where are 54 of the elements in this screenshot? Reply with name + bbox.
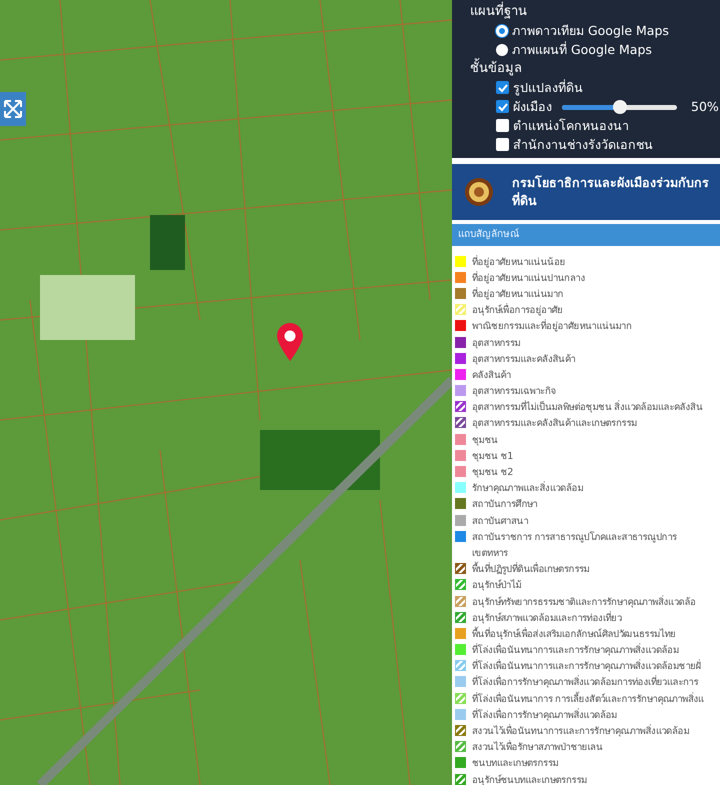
legend-label: ที่โล่งเพื่อนันทนาการและการรักษาคุณภาพสิ่งแวดล้อม [472,642,679,658]
legend-label: พาณิชยกรรมและที่อยู่อาศัยหนาแน่นมาก [472,318,632,334]
legend-label: อนุรักษ์ทรัพยากรธรรมชาติและการรักษาคุณภาพสิ่งแวดล้อ [472,594,696,609]
legend-label: เขตทหาร [472,546,508,560]
checkbox[interactable] [496,100,509,113]
legend-label: พื้นที่อนุรักษ์เพื่อส่งเสริมเอกลักษณ์ศิลปวัฒนธรรมไทย [472,626,676,641]
layer-label: สำนักงานช่างรังวัดเอกชน [513,136,653,154]
opacity-value: 50% [691,99,719,114]
expand-icon[interactable] [0,92,26,126]
legend-label: รักษาคุณภาพและสิ่งแวดล้อม [472,480,584,496]
legend-label: ชนบทและเกษตรกรรม [472,757,558,770]
legend-label: สงวนไว้เพื่อรักษาสภาพป่าชายเลน [472,739,603,754]
legend-label: ที่โล่งเพื่อนันทนาการและการรักษาคุณภาพสิ่งแวดล้อมชายฝั่ [472,658,702,674]
legend-label: ที่โล่งเพื่อนันทนาการ การเลี้ยงสัตว์และการรักษาคุณภาพสิ่งแ [472,690,704,706]
radio-button[interactable] [496,24,508,36]
legend-label: ที่อยู่อาศัยหนาแน่นปานกลาง [472,270,586,285]
layer-label: รูปแปลงที่ดิน [513,78,583,98]
legend-label: พื้นที่ปฏิรูปที่ดินเพื่อเกษตรกรรม [472,561,590,576]
legend-label: สถาบันการศึกษา [472,498,538,512]
legend-label: ชุมชน ช2 [472,466,514,480]
radio-label: ภาพดาวเทียม Google Maps [512,22,669,40]
section-title: แผนที่ฐาน [470,2,720,21]
legend-label: ชุมชน [472,434,498,447]
legend-label: อุตสาหกรรม [472,336,520,350]
checkbox[interactable] [496,81,509,94]
legend-label: ที่อยู่อาศัยหนาแน่นน้อย [472,254,566,269]
checkbox[interactable] [496,119,509,132]
location-pin-icon [275,322,305,362]
legend-label: อุตสาหกรรมที่ไม่เป็นมลพิษต่อชุมชน สิ่งแวดล้อมและคลังสิน [472,399,702,414]
emblem-icon [464,177,494,207]
legend-label: อุตสาหกรรมและคลังสินค้าและเกษตรกรรม [472,417,637,430]
legend-label: ที่โล่งเพื่อการรักษาคุณภาพสิ่งแวดล้อม [472,707,617,722]
legend-label: อุตสาหกรรมเฉพาะกิจ [472,385,556,398]
legend-title: แถบสัญลักษณ์ [452,224,720,246]
legend-label: สงวนไว้เพื่อนันทนาการและการรักษาคุณภาพสิ่งแวดล้อม [472,723,690,738]
radio-label: ภาพแผนที่ Google Maps [512,40,652,58]
legend-label: ที่อยู่อาศัยหนาแน่นมาก [472,286,564,301]
legend-label: อนุรักษ์เพื่อการอยู่อาศัย [472,302,563,318]
legend-label: อนุรักษ์ชนบทและเกษตรกรรม [472,774,587,785]
checkbox[interactable] [496,138,509,151]
legend-label: อนุรักษ์สภาพแวดล้อมและการท่องเที่ยว [472,610,622,625]
section-title: ชั้นข้อมูล [470,59,720,78]
layer-label: ตำแหน่งโคกหนองนา [513,116,629,134]
legend-label: สถาบันราชการ การสาธารณูปโภคและสาธารณูปการ [472,530,677,544]
legend-label: สถาบันศาสนา [472,514,528,528]
agency-title: กรมโยธาธิการและผังเมืองร่วมกับกร ที่ดิน [512,174,709,210]
legend-label: ชุมชน ช1 [472,450,514,463]
legend-label: อนุรักษ์ป่าไม้ [472,578,522,592]
radio-button[interactable] [496,44,508,56]
opacity-slider[interactable] [562,100,677,114]
legend-label: คลังสินค้า [472,368,511,382]
legend-label: ที่โล่งเพื่อการรักษาคุณภาพสิ่งแวดล้อมการท่องเที่ยวและการ [472,674,698,690]
layer-label: ผังเมือง [513,98,552,116]
legend-label: อุตสาหกรรมและคลังสินค้า [472,352,576,366]
